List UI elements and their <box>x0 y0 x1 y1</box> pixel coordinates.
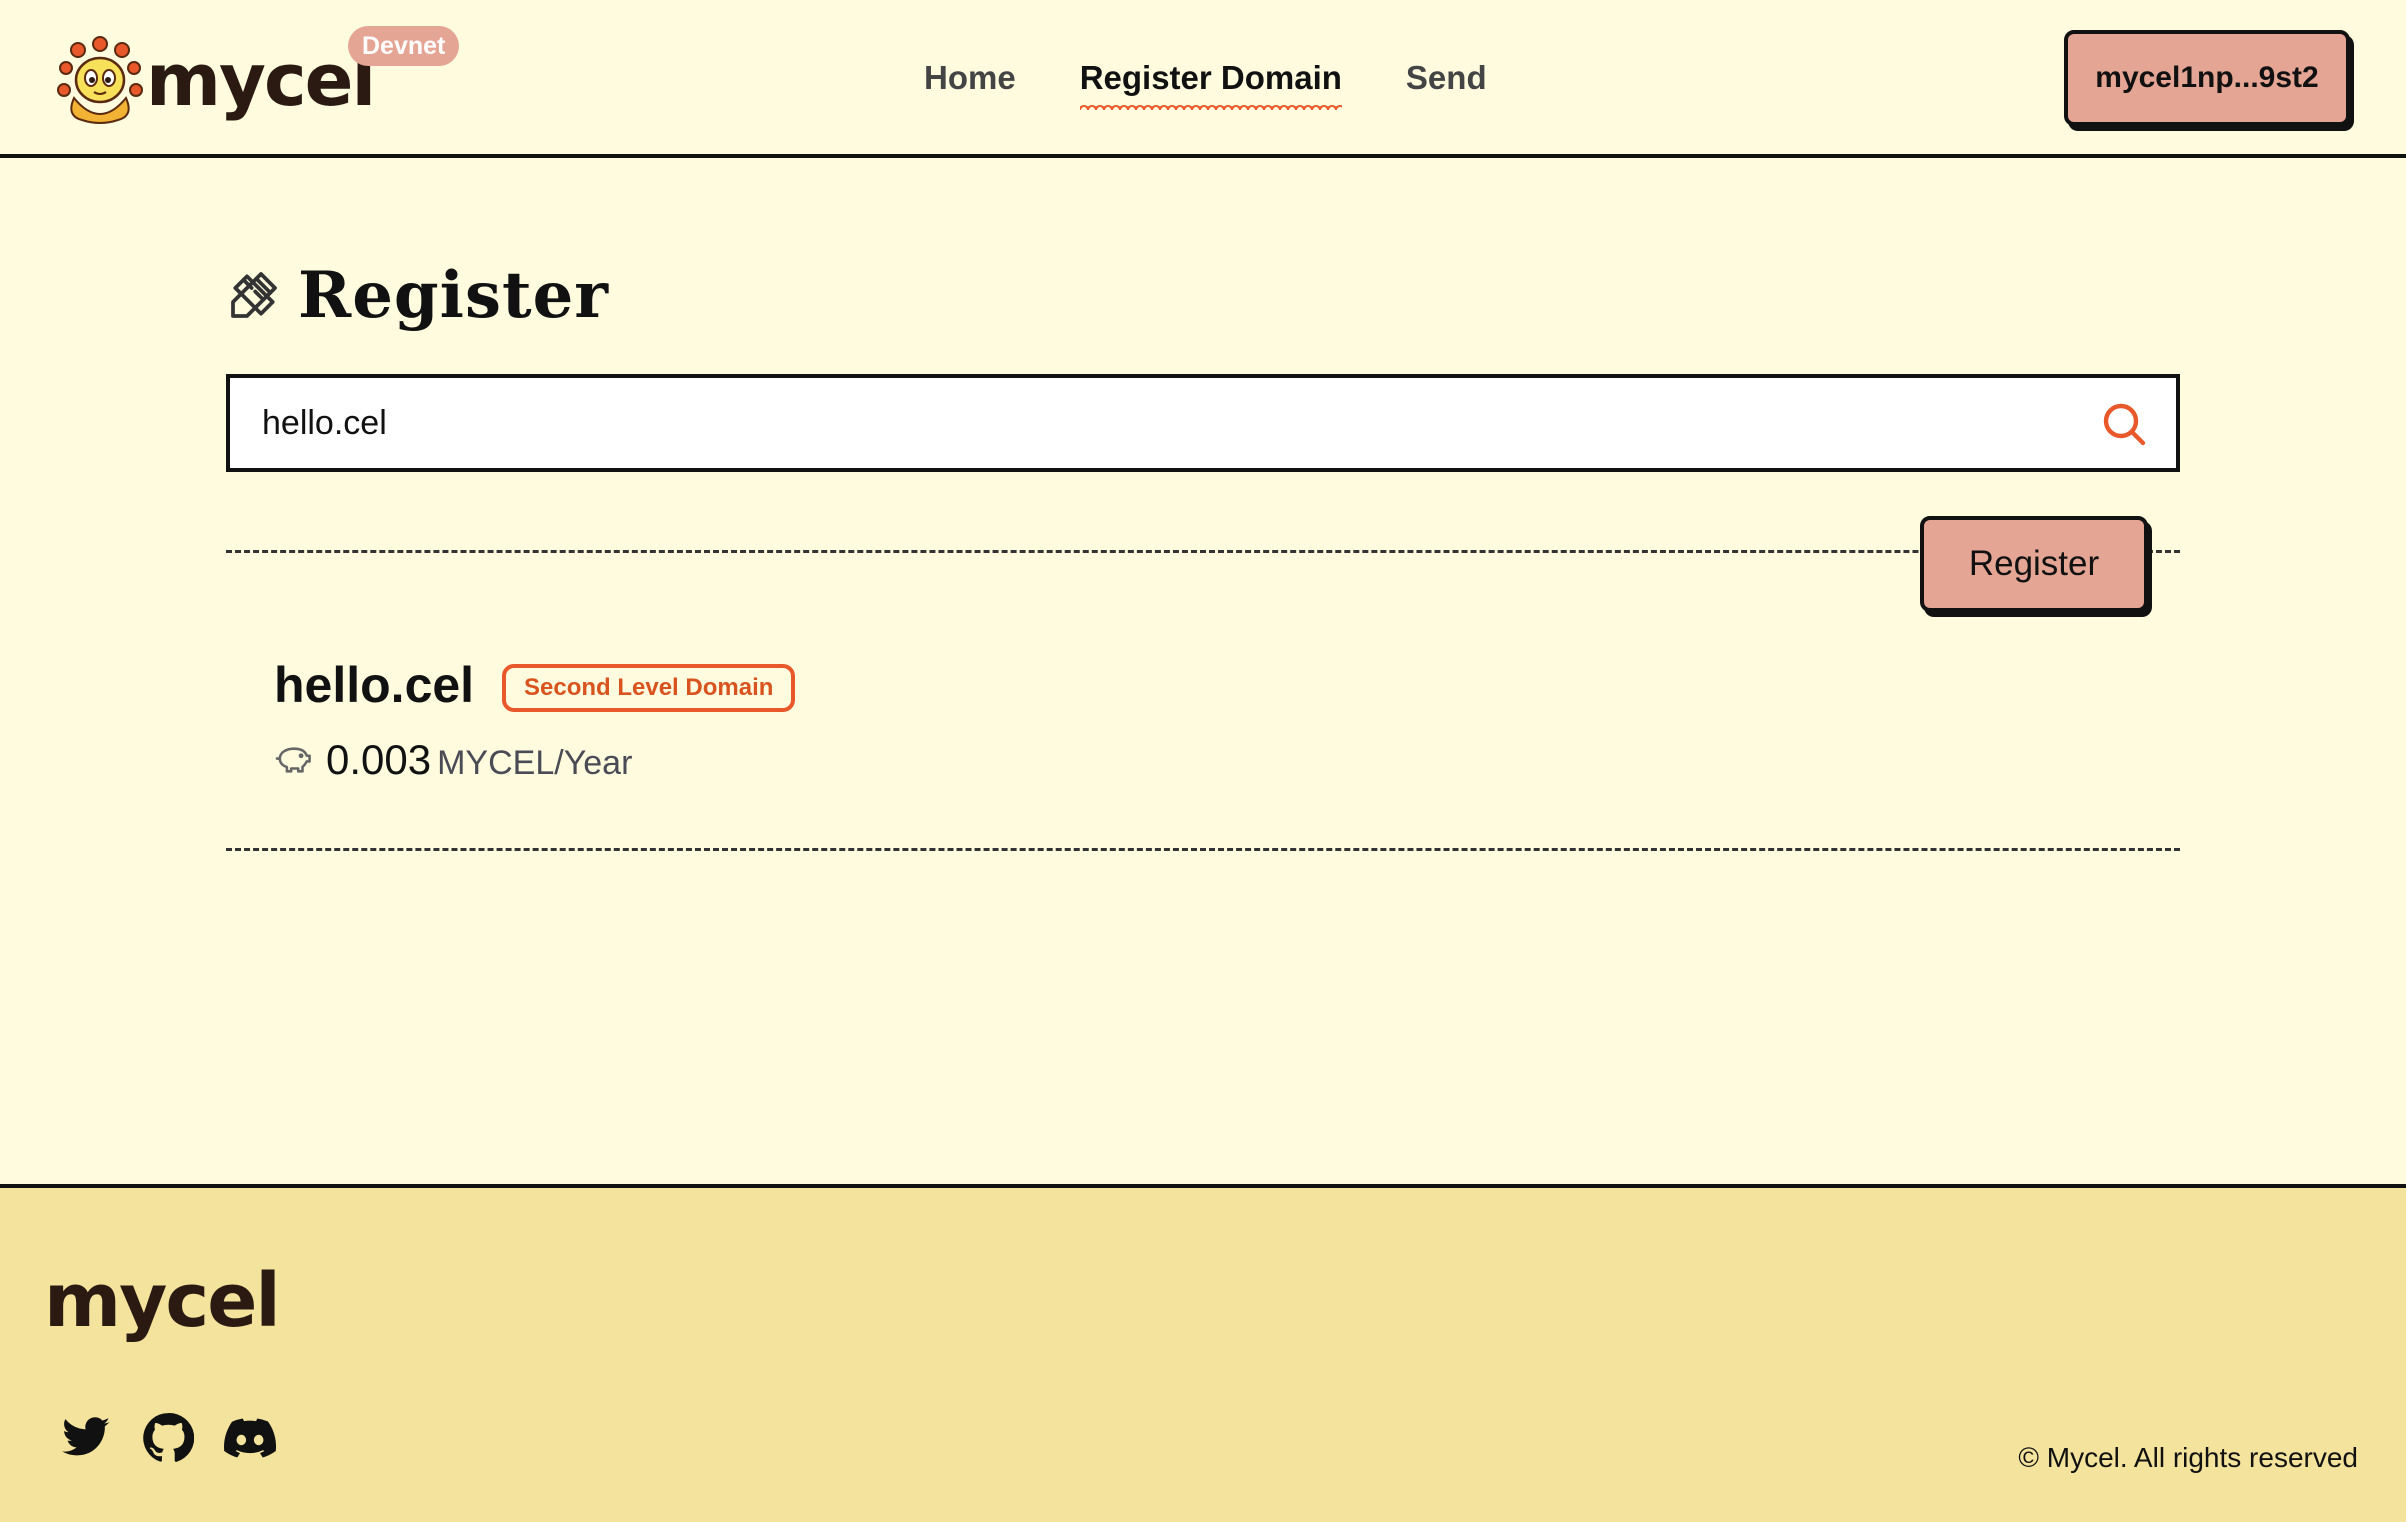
nav-home[interactable]: Home <box>924 52 1016 104</box>
result-divider-top <box>226 550 2180 553</box>
mycel-mascot-icon <box>57 36 143 124</box>
nav-register-domain[interactable]: Register Domain <box>1079 52 1343 110</box>
price-value: 0.003 <box>326 736 432 783</box>
register-section: Register hello.cel Second Level Domain 0… <box>226 250 2180 851</box>
piggy-bank-icon <box>275 747 311 773</box>
result-divider-bottom <box>226 848 2180 851</box>
result-domain-name: hello.cel <box>274 657 475 713</box>
domain-search-input[interactable] <box>262 378 2062 468</box>
social-links <box>60 1412 276 1464</box>
domain-search-box <box>226 374 2180 472</box>
register-button[interactable]: Register <box>1920 516 2148 612</box>
pencil-ruler-icon <box>231 272 277 318</box>
domain-result: hello.cel Second Level Domain 0.003 MYCE… <box>274 640 2144 810</box>
copyright-text: © Mycel. All rights reserved <box>2018 1442 2358 1473</box>
discord-icon[interactable] <box>224 1412 276 1464</box>
page-title-row: Register <box>226 250 2180 340</box>
domain-level-badge: Second Level Domain <box>502 664 796 712</box>
logo-wordmark: mycel <box>146 38 376 122</box>
search-icon[interactable] <box>2100 400 2148 448</box>
top-header: mycel Devnet Home Register Domain Send m… <box>0 0 2406 158</box>
brand-logo[interactable]: mycel Devnet <box>54 26 464 130</box>
network-badge: Devnet <box>348 26 460 66</box>
wallet-address-button[interactable]: mycel1np...9st2 <box>2064 30 2350 126</box>
github-icon[interactable] <box>142 1412 194 1464</box>
page-title: Register <box>298 257 609 333</box>
main-nav: Home Register Domain Send <box>924 52 1487 110</box>
nav-send[interactable]: Send <box>1406 52 1487 104</box>
twitter-icon[interactable] <box>60 1412 112 1464</box>
price-row: 0.003 MYCEL/Year <box>274 736 632 784</box>
price-unit: MYCEL/Year <box>437 744 633 782</box>
footer-logo[interactable]: mycel <box>44 1258 281 1344</box>
site-footer: mycel © Mycel. All rights reserved <box>0 1184 2406 1522</box>
